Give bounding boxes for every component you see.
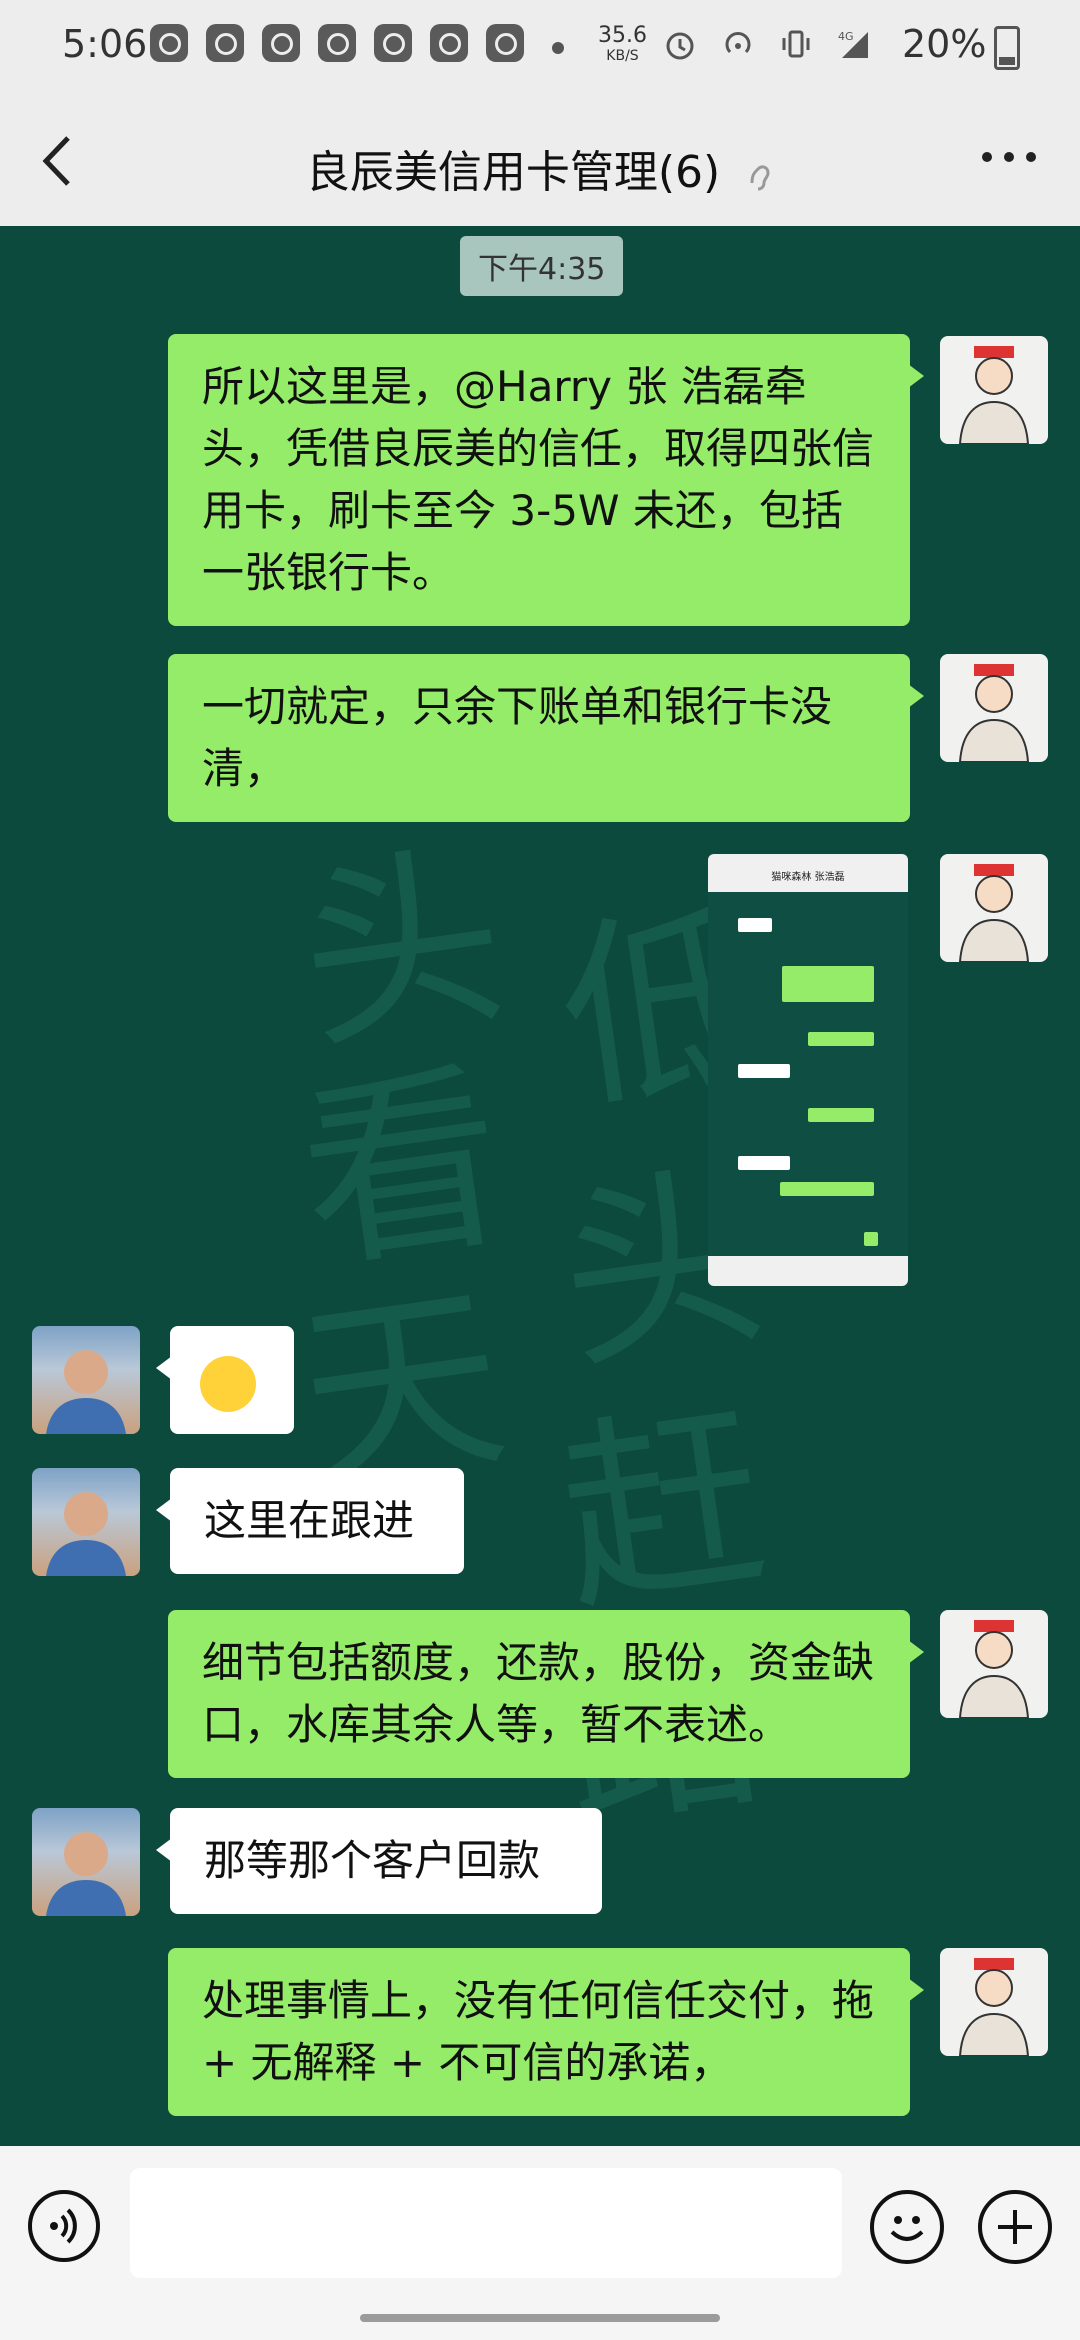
input-bar — [0, 2146, 1080, 2340]
more-notifications-dot — [552, 42, 564, 54]
notification-icon — [206, 24, 244, 62]
chat-area[interactable]: 头 看 天 低 头 赶 路 下午4:35 所以这里是，@Harry 张 浩磊牵头… — [0, 226, 1080, 2146]
cartoon-avatar-icon — [958, 346, 1030, 444]
more-options-icon[interactable] — [982, 152, 1036, 162]
screenshot-bubble — [808, 1108, 874, 1122]
signal-icon: 4G — [838, 30, 868, 58]
cartoon-avatar-icon — [958, 1620, 1030, 1718]
person-photo-icon — [46, 1492, 126, 1576]
notification-icon — [318, 24, 356, 62]
contact-avatar[interactable] — [32, 1468, 140, 1576]
screenshot-input-bar — [708, 1256, 908, 1286]
person-photo-icon — [46, 1832, 126, 1916]
message-bubble-received[interactable]: 这里在跟进 — [156, 1468, 464, 1574]
screenshot-bubble — [738, 1156, 790, 1170]
network-type: 4G — [838, 30, 854, 43]
hotspot-icon — [725, 32, 751, 54]
my-avatar[interactable] — [940, 336, 1048, 444]
chat-header: 良辰美信用卡管理(6) — [0, 96, 1080, 226]
cartoon-avatar-icon — [958, 864, 1030, 962]
my-avatar[interactable] — [940, 1610, 1048, 1718]
screenshot-bubble — [738, 918, 772, 932]
screenshot-bubble — [782, 966, 874, 1002]
message-bubble-sent[interactable]: 所以这里是，@Harry 张 浩磊牵头，凭借良辰美的信任，取得四张信用卡，刷卡至… — [168, 334, 924, 626]
notification-icon — [374, 24, 412, 62]
message-bubble-sent[interactable]: 一切就定，只余下账单和银行卡没清， — [168, 654, 924, 822]
screenshot-bubble — [738, 1064, 790, 1078]
message-bubble-sent[interactable]: 细节包括额度，还款，股份，资金缺口，水库其余人等，暂不表述。 — [168, 1610, 924, 1778]
my-avatar[interactable] — [940, 1948, 1048, 2056]
chat-title: 良辰美信用卡管理(6) — [0, 136, 1080, 200]
home-indicator[interactable] — [360, 2314, 720, 2322]
message-input[interactable] — [130, 2168, 842, 2278]
status-time: 5:06 — [62, 22, 148, 66]
contact-avatar[interactable] — [32, 1808, 140, 1916]
my-avatar[interactable] — [940, 854, 1048, 962]
screenshot-header: 猫咪森林 张浩磊 — [708, 854, 908, 892]
system-icons: 4G — [662, 26, 872, 62]
speed-unit: KB/S — [606, 48, 639, 64]
plus-icon — [998, 2210, 1032, 2244]
screenshot-bubble — [864, 1232, 878, 1246]
battery-percent: 20% — [902, 22, 987, 66]
chat-title-text: 良辰美信用卡管理(6) — [305, 147, 721, 198]
notification-icon — [430, 24, 468, 62]
message-bubble-sent[interactable]: 处理事情上，没有任何信任交付，拖 + 无解释 + 不可信的承诺， — [168, 1948, 924, 2116]
status-bar: 5:06 35.6 KB/S 4G 20% — [0, 0, 1080, 96]
message-image-screenshot[interactable]: 猫咪森林 张浩磊 — [708, 854, 908, 1286]
voice-icon — [50, 2208, 77, 2244]
emoji-button[interactable] — [870, 2190, 944, 2264]
notification-icon — [150, 24, 188, 62]
screenshot-title: 猫咪森林 张浩磊 — [771, 872, 845, 883]
notification-icon — [262, 24, 300, 62]
network-speed: 35.6 KB/S — [598, 23, 647, 66]
speed-value: 35.6 — [598, 23, 647, 48]
notification-icons — [150, 24, 524, 62]
facepalm-emoji-icon — [200, 1356, 256, 1412]
screenshot-bubble — [780, 1182, 874, 1196]
screenshot-bubble — [808, 1032, 874, 1046]
message-bubble-received[interactable] — [156, 1326, 294, 1434]
cartoon-avatar-icon — [958, 1958, 1030, 2056]
notification-icon — [486, 24, 524, 62]
emoji-icon — [890, 2216, 924, 2241]
contact-avatar[interactable] — [32, 1326, 140, 1434]
vibrate-icon — [782, 30, 810, 58]
voice-input-button[interactable] — [28, 2190, 100, 2262]
earpiece-mode-icon — [750, 165, 770, 191]
message-timestamp: 下午4:35 — [460, 236, 624, 296]
alarm-icon — [666, 32, 694, 60]
more-actions-button[interactable] — [978, 2190, 1052, 2264]
battery-icon — [994, 26, 1020, 70]
person-photo-icon — [46, 1350, 126, 1434]
cartoon-avatar-icon — [958, 664, 1030, 762]
message-bubble-received[interactable]: 那等那个客户回款 — [156, 1808, 602, 1914]
my-avatar[interactable] — [940, 654, 1048, 762]
